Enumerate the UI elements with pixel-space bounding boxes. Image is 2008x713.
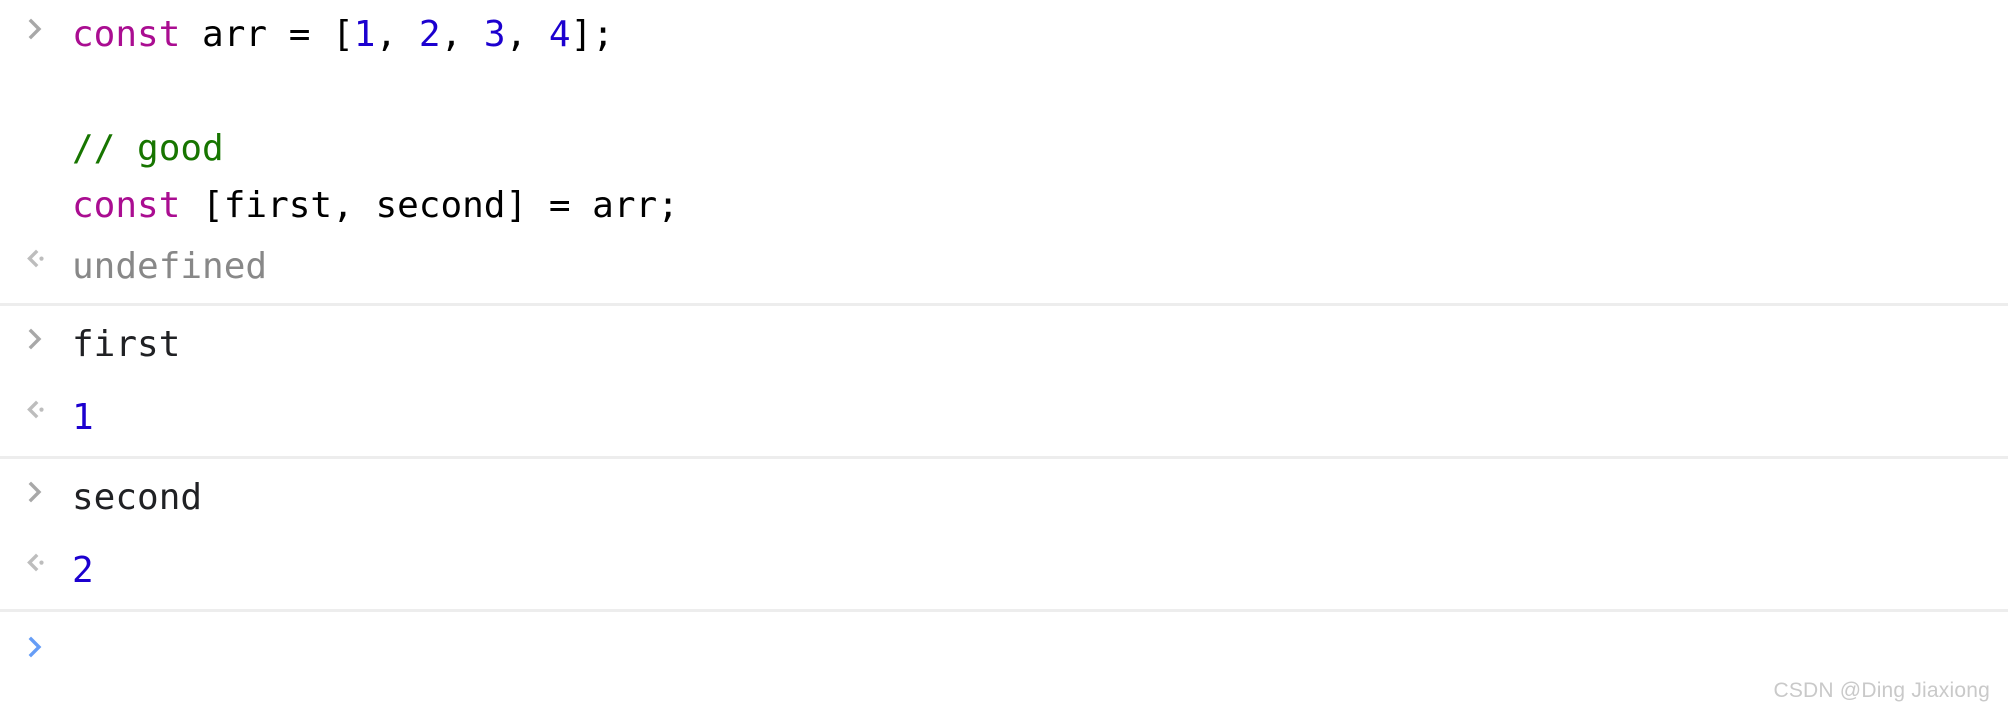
- input-gutter: [0, 6, 72, 42]
- code-token-keyword: const: [72, 185, 181, 226]
- code-line: // good: [72, 120, 1996, 177]
- chevron-left-dot-icon: [23, 246, 49, 272]
- console-prompt-row[interactable]: [0, 609, 2008, 713]
- console-input-code: const arr = [1, 2, 3, 4]; // good const …: [72, 6, 2008, 234]
- code-token-number: 1: [353, 14, 376, 55]
- console-input-entry[interactable]: second: [0, 456, 2008, 534]
- devtools-console-panel: const arr = [1, 2, 3, 4]; // good const …: [0, 0, 2008, 713]
- code-line: const [first, second] = arr;: [72, 177, 1996, 234]
- chevron-right-icon: [23, 326, 49, 352]
- code-token-number: 2: [418, 14, 441, 55]
- chevron-left-dot-icon: [23, 550, 49, 576]
- code-token-plain: ,: [440, 14, 484, 55]
- console-output-value: 1: [72, 397, 94, 438]
- output-gutter: [0, 542, 72, 576]
- csdn-watermark: CSDN @Ding Jiaxiong: [1773, 679, 1990, 702]
- console-output-entry: 1: [0, 381, 2008, 456]
- console-output-value: 2: [72, 550, 94, 591]
- console-output-value: undefined: [72, 246, 268, 287]
- console-output-entry: undefined: [0, 236, 2008, 303]
- code-line: const arr = [1, 2, 3, 4];: [72, 6, 1996, 63]
- code-token-plain: arr = [: [180, 14, 354, 55]
- input-gutter: [0, 469, 72, 505]
- code-token-number: 4: [548, 14, 571, 55]
- input-gutter: [0, 316, 72, 352]
- console-prompt-input[interactable]: [72, 626, 1996, 678]
- output-gutter: [0, 389, 72, 423]
- console-input-entry[interactable]: first: [0, 303, 2008, 381]
- console-input-entry[interactable]: const arr = [1, 2, 3, 4]; // good const …: [0, 0, 2008, 236]
- code-token-plain: [first, second] = arr;: [180, 185, 679, 226]
- chevron-right-icon: [23, 479, 49, 505]
- code-token-number: 3: [483, 14, 506, 55]
- code-token-plain: ,: [505, 14, 549, 55]
- console-output-value-wrap: 2: [72, 542, 2008, 599]
- output-gutter: [0, 238, 72, 272]
- chevron-left-dot-icon: [23, 397, 49, 423]
- console-prompt-content[interactable]: [72, 626, 2008, 678]
- console-output-entry: 2: [0, 534, 2008, 609]
- code-token-plain: ];: [570, 14, 614, 55]
- console-output-value-wrap: 1: [72, 389, 2008, 446]
- console-input-expression: second: [72, 477, 203, 518]
- console-input-code: second: [72, 469, 2008, 526]
- code-token-plain: ,: [375, 14, 419, 55]
- chevron-right-icon: [23, 16, 49, 42]
- console-input-code: first: [72, 316, 2008, 373]
- prompt-gutter: [0, 626, 72, 660]
- chevron-right-icon: [23, 634, 49, 660]
- code-token-keyword: const: [72, 14, 181, 55]
- console-output-value-wrap: undefined: [72, 238, 2008, 295]
- code-token-comment: // good: [72, 128, 224, 169]
- console-input-expression: first: [72, 324, 181, 365]
